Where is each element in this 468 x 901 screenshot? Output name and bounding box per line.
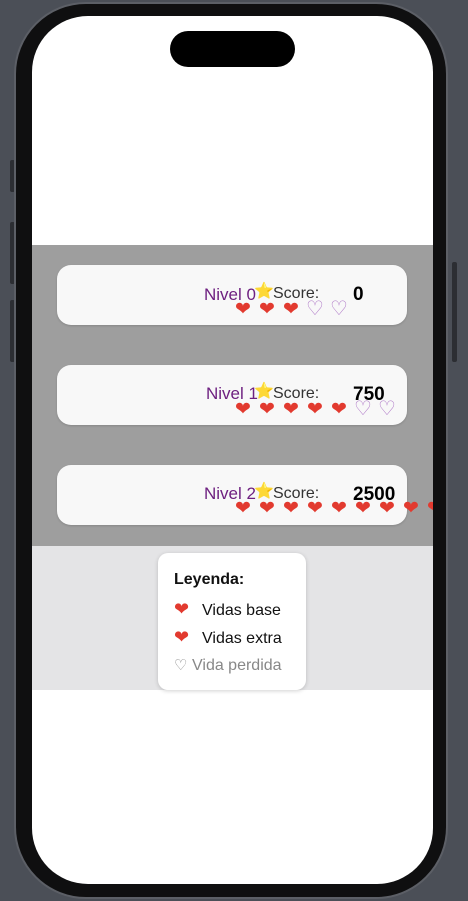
heart-filled-icon: ❤ [331,498,347,519]
lives-row: ❤ ❤ ❤ ❤ ❤ ♡ ♡ [231,399,399,419]
lives-row: ❤❤❤❤❤❤❤❤❤ [231,499,433,518]
legend-base-label: Vidas base [202,602,281,619]
dynamic-island [170,31,295,67]
heart-filled-icon: ❤ [379,498,395,519]
heart-outline-icon: ♡ [354,398,372,420]
lives-row: ❤ ❤ ❤ ♡ ♡ [231,299,351,319]
level-card-0: Nivel 0 ⭐ Score: 0 ❤ ❤ ❤ ♡ ♡ [57,265,407,325]
heart-filled-icon: ❤ [403,498,419,519]
level-card-1: Nivel 1 ⭐ Score: 750 ❤ ❤ ❤ ❤ ❤ ♡ ♡ [57,365,407,425]
heart-filled-icon: ❤ [259,399,275,420]
legend-title: Leyenda: [174,571,245,588]
level-card-2: Nivel 2 ⭐ Score: 2500 ❤❤❤❤❤❤❤❤❤ [57,465,433,525]
heart-outline-icon: ♡ [306,298,324,320]
heart-filled-icon: ❤ [283,399,299,420]
heart-filled-icon: ❤ [174,599,190,619]
legend-extra-label: Vidas extra [202,630,282,647]
heart-filled-icon: ❤ [235,299,251,320]
heart-outline-icon: ♡ [378,398,396,420]
star-icon: ⭐ [254,383,274,400]
legend-row-base: ❤ Vidas base [174,599,281,620]
heart-filled-icon: ❤ [283,299,299,320]
heart-filled-icon: ❤ [307,399,323,420]
heart-filled-icon: ❤ [423,499,433,518]
score-value: 0 [353,284,364,305]
heart-filled-icon: ❤ [307,498,323,519]
legend-row-extra: ❤ Vidas extra [174,627,282,648]
heart-filled-icon: ❤ [355,498,371,519]
heart-filled-icon: ❤ [259,299,275,320]
heart-outline-icon: ♡ [174,657,188,674]
heart-filled-icon: ❤ [331,399,347,420]
screen: Nivel 0 ⭐ Score: 0 ❤ ❤ ❤ ♡ ♡ Nivel 1 ⭐ Score… [32,16,433,884]
legend-card: Leyenda: ❤ Vidas base ❤ Vidas extra ♡ Vida … [158,553,306,690]
heart-filled-icon: ❤ [235,498,251,519]
levels-panel: Nivel 0 ⭐ Score: 0 ❤ ❤ ❤ ♡ ♡ Nivel 1 ⭐ Score… [32,245,433,546]
heart-filled-icon: ❤ [235,399,251,420]
legend-lost-label: Vida perdida [192,657,282,674]
heart-filled-icon: ❤ [174,627,190,647]
legend-row-lost: ♡ Vida perdida [174,656,282,675]
heart-filled-icon: ❤ [259,498,275,519]
heart-filled-icon: ❤ [283,498,299,519]
heart-outline-icon: ♡ [330,298,348,320]
star-icon: ⭐ [254,283,274,300]
